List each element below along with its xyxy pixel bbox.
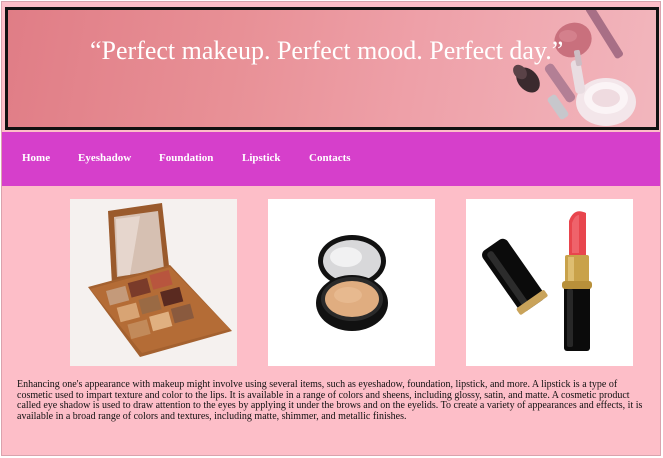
lipstick-icon <box>466 199 633 366</box>
product-card-foundation[interactable] <box>268 199 435 366</box>
nav-item-lipstick[interactable]: Lipstick <box>242 152 281 164</box>
nav-item-eyeshadow[interactable]: Eyeshadow <box>78 152 131 164</box>
nav-item-contacts[interactable]: Contacts <box>309 152 351 164</box>
product-description: Enhancing one's appearance with makeup m… <box>17 379 643 422</box>
product-card-eyeshadow[interactable] <box>70 199 237 366</box>
page: “Perfect makeup. Perfect mood. Perfect d… <box>1 1 661 456</box>
hero-banner: “Perfect makeup. Perfect mood. Perfect d… <box>5 7 659 130</box>
eyeshadow-palette-icon <box>70 199 237 366</box>
banner-quote: “Perfect makeup. Perfect mood. Perfect d… <box>90 36 564 65</box>
main-navigation: Home Eyeshadow Foundation Lipstick Conta… <box>2 132 660 186</box>
compact-foundation-icon <box>268 199 435 366</box>
powder-jar-icon <box>576 78 636 126</box>
makeup-tools-illustration <box>513 10 636 126</box>
product-card-lipstick[interactable] <box>466 199 633 366</box>
nav-item-foundation[interactable]: Foundation <box>159 152 213 164</box>
nav-item-home[interactable]: Home <box>22 152 50 164</box>
